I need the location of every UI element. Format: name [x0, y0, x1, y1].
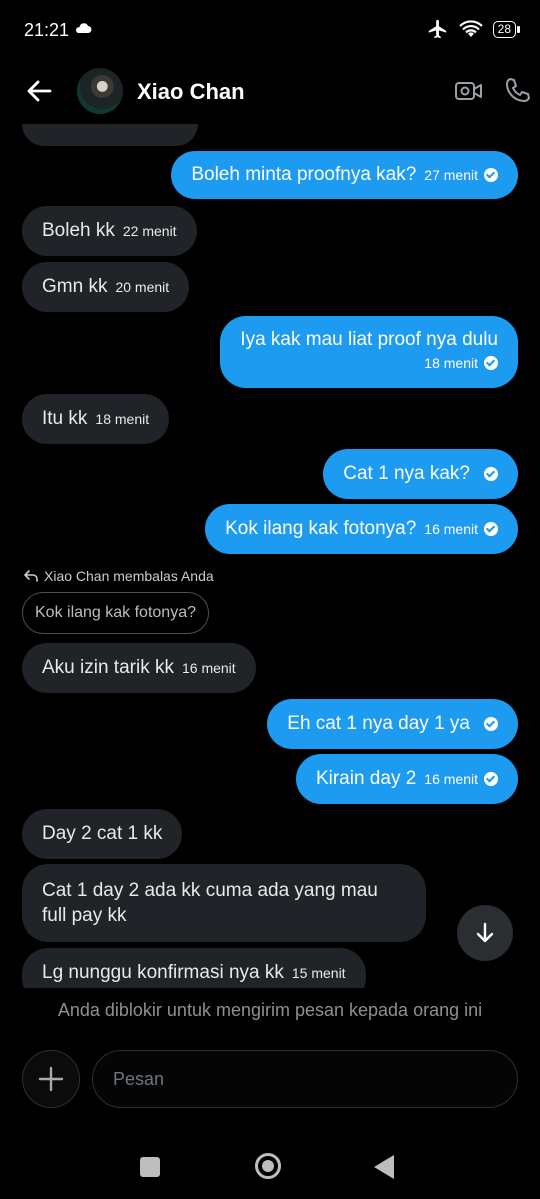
quoted-message[interactable]: Kok ilang kak fotonya? — [22, 592, 209, 634]
airplane-icon — [428, 19, 446, 39]
message-bubble[interactable]: Kirain day 2 16 menit — [295, 754, 518, 804]
message-time: 16 menit — [424, 521, 478, 537]
message-bubble[interactable]: Cat 1 nya kak? — [323, 449, 518, 499]
reply-indicator: Xiao Chan membalas Anda — [24, 568, 214, 584]
read-check-icon — [484, 522, 498, 536]
message-bubble[interactable]: Boleh minta proofnya kak? 27 menit — [171, 151, 518, 199]
message-bubble[interactable]: Itu kk 18 menit — [22, 394, 170, 444]
message-text: Kirain day 2 — [315, 768, 417, 789]
message-text: Boleh kk — [42, 220, 115, 241]
message-bubble[interactable] — [22, 124, 198, 146]
reply-note-text: Xiao Chan membalas Anda — [44, 568, 214, 584]
system-back-icon[interactable] — [374, 1155, 394, 1179]
attach-button[interactable] — [22, 1050, 80, 1108]
message-time: 18 menit — [95, 411, 150, 427]
wifi-icon — [458, 20, 483, 37]
message-time: 27 menit — [424, 167, 478, 183]
message-time: 15 menit — [291, 965, 346, 981]
message-list[interactable]: Boleh minta proofnya kak? 27 menit Boleh … — [0, 124, 540, 988]
plus-icon — [38, 1066, 64, 1092]
scroll-to-bottom-button[interactable] — [457, 905, 513, 961]
message-text: Day 2 cat 1 kk — [42, 823, 163, 844]
message-bubble[interactable]: Iya kak mau liat proof nya dulu 18 menit — [220, 316, 518, 388]
battery-icon: 28 — [492, 20, 521, 38]
message-bubble[interactable]: Aku izin tarik kk 16 menit — [22, 643, 256, 693]
recent-apps-icon[interactable] — [140, 1157, 160, 1177]
back-arrow-icon[interactable] — [24, 76, 54, 106]
message-bubble[interactable]: Eh cat 1 nya day 1 ya — [267, 699, 518, 749]
read-check-icon — [484, 168, 498, 182]
home-icon[interactable] — [255, 1153, 281, 1179]
message-text: Gmn kk — [42, 276, 108, 297]
read-check-icon — [484, 717, 498, 731]
message-bubble[interactable]: Day 2 cat 1 kk — [22, 809, 183, 859]
message-text: Iya kak mau liat proof nya dulu — [240, 329, 498, 350]
contact-name[interactable]: Xiao Chan — [137, 79, 245, 105]
status-time: 21:21 — [24, 20, 70, 40]
composer: Pesan — [0, 1032, 540, 1124]
message-text: Kok ilang kak fotonya? — [225, 518, 417, 539]
message-text: Cat 1 nya kak? — [343, 463, 470, 484]
message-time: 16 menit — [181, 660, 236, 676]
message-time: 18 menit — [424, 355, 478, 371]
arrow-down-icon — [476, 922, 494, 943]
message-bubble[interactable]: Kok ilang kak fotonya? 16 menit — [205, 504, 518, 554]
message-text: Cat 1 day 2 ada kk cuma ada yang mau ful… — [42, 880, 378, 926]
read-check-icon — [484, 772, 498, 786]
message-time: 20 menit — [115, 279, 170, 295]
avatar[interactable] — [77, 68, 123, 114]
message-bubble[interactable]: Cat 1 day 2 ada kk cuma ada yang mau ful… — [22, 864, 426, 942]
phone-call-icon[interactable] — [504, 76, 532, 104]
message-text: Boleh minta proofnya kak? — [191, 164, 417, 185]
message-bubble[interactable]: Boleh kk 22 menit — [22, 206, 197, 256]
message-bubble[interactable]: Gmn kk 20 menit — [22, 262, 190, 312]
message-input[interactable]: Pesan — [92, 1050, 518, 1108]
message-text: Itu kk — [42, 408, 88, 429]
read-check-icon — [484, 356, 498, 370]
message-time: 16 menit — [424, 771, 478, 787]
message-text: Eh cat 1 nya day 1 ya — [287, 713, 470, 734]
chat-header: Xiao Chan — [0, 60, 540, 124]
message-text: Lg nunggu konfirmasi nya kk — [42, 962, 284, 983]
message-time: 22 menit — [122, 223, 177, 239]
blocked-notice: Anda diblokir untuk mengirim pesan kepad… — [0, 988, 540, 1032]
status-bar: 21:21 28 — [0, 0, 540, 60]
video-call-icon[interactable] — [454, 78, 484, 104]
read-check-icon — [484, 467, 498, 481]
reply-arrow-icon — [24, 570, 38, 582]
cloud-icon — [76, 23, 92, 33]
message-text: Aku izin tarik kk — [42, 657, 174, 678]
message-bubble[interactable]: Lg nunggu konfirmasi nya kk 15 menit — [22, 948, 366, 988]
system-nav-bar — [0, 1124, 540, 1199]
